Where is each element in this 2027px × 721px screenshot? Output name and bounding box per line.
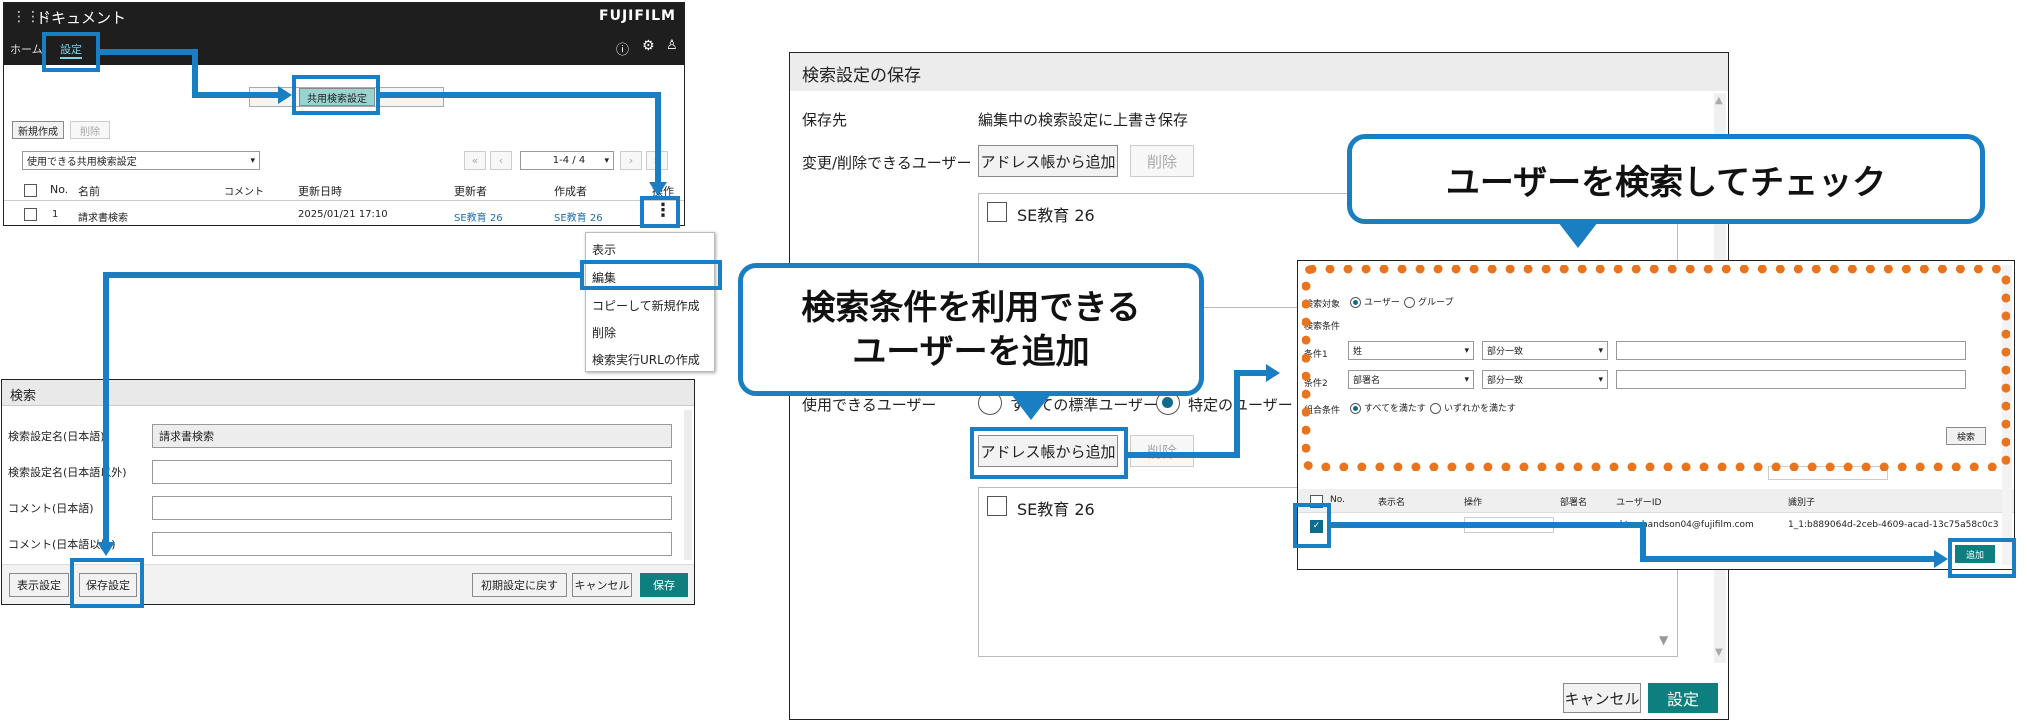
field-label-comment-ja: コメント(日本語) — [8, 502, 94, 515]
first-page-button[interactable]: « — [464, 151, 486, 170]
editor-checkbox[interactable] — [987, 202, 1007, 222]
arrow-head — [1266, 364, 1280, 382]
menu-item-copy-new[interactable]: コピーして新規作成 — [592, 297, 700, 314]
highlight-result-checkbox — [1293, 503, 1331, 548]
highlight-shared-search — [292, 75, 380, 115]
menu-item-view[interactable]: 表示 — [592, 241, 616, 258]
scrollbar[interactable] — [684, 410, 692, 560]
filter-select[interactable]: 使用できる共用検索設定 — [22, 151, 260, 170]
users-delete-button[interactable]: 削除 — [1130, 435, 1194, 467]
arrow-head — [278, 86, 292, 104]
editors-address-book-button[interactable]: アドレス帳から追加 — [978, 145, 1118, 177]
arrow-line — [1234, 370, 1268, 376]
editors-delete-button[interactable]: 削除 — [1130, 145, 1194, 177]
table-header: No. 名前 コメント 更新日時 更新者 作成者 操作 — [4, 179, 684, 201]
arrow-line — [192, 49, 198, 98]
arrow-line — [103, 272, 109, 542]
arrow-line — [378, 92, 661, 98]
new-button[interactable]: 新規作成 — [12, 121, 64, 139]
reset-button[interactable]: 初期設定に戻す — [472, 573, 567, 597]
radio-specific-label: 特定のユーザー — [1188, 396, 1293, 414]
highlight-add-button — [1948, 538, 2016, 578]
menu-item-delete[interactable]: 削除 — [592, 324, 616, 341]
menu-item-create-url[interactable]: 検索実行URLの作成 — [592, 351, 700, 368]
dialog-cancel-button[interactable]: キャンセル — [1563, 683, 1641, 713]
user-checkbox[interactable] — [987, 496, 1007, 516]
comment-other-input[interactable] — [152, 532, 672, 556]
user-icon[interactable]: ♙ — [666, 38, 678, 53]
arrow-line — [1126, 452, 1240, 458]
brand-logo: FUJIFILM — [599, 8, 676, 24]
list-scroll-down-icon[interactable]: ▼ — [1659, 633, 1668, 647]
gear-icon[interactable]: ⚙ — [642, 38, 655, 54]
conditions-highlight — [1302, 265, 2010, 471]
callout-pointer — [1011, 394, 1051, 420]
app-title: ドキュメント — [36, 9, 127, 27]
arrow-line — [1234, 370, 1240, 458]
arrow-head — [97, 542, 115, 556]
scroll-down-icon[interactable]: ▼ — [1715, 647, 1723, 658]
search-panel-title: 検索 — [10, 389, 37, 404]
callout-search-and-check: ユーザーを検索してチェック — [1347, 134, 1985, 224]
highlight-save-settings — [70, 558, 144, 608]
scroll-up-icon[interactable]: ▲ — [1715, 95, 1723, 106]
name-other-input[interactable] — [152, 460, 672, 484]
delete-button[interactable]: 削除 — [70, 121, 110, 139]
app-header: ⋮⋮⋮ ドキュメント FUJIFILM ホーム 設定 ⓘ ⚙ ♙ — [4, 3, 684, 65]
field-label-name-ja: 検索設定名(日本語) — [8, 430, 105, 443]
pager-select[interactable]: 1-4 / 4 — [520, 151, 614, 170]
dest-label: 保存先 — [802, 111, 848, 129]
arrow-line — [655, 92, 661, 182]
result-identifier: 1_1:b889064d-2ceb-4609-acad-13c75a58c0c3 — [1788, 520, 1999, 530]
row-checkbox[interactable] — [24, 208, 37, 221]
display-settings-button[interactable]: 表示設定 — [9, 573, 69, 597]
arrow-line — [192, 92, 278, 98]
highlight-settings-tab — [42, 32, 100, 72]
save-dialog-header: 検索設定の保存 — [790, 53, 1728, 91]
prev-page-button[interactable]: ‹ — [490, 151, 512, 170]
arrow-head — [649, 182, 667, 196]
result-header: No. 表示名 操作 部署名 ユーザーID 識別子 — [1298, 489, 2014, 513]
editors-label: 変更/削除できるユーザー — [802, 154, 972, 172]
callout-add-users: 検索条件を利用できる ユーザーを追加 — [738, 263, 1204, 396]
users-label: 使用できるユーザー — [802, 396, 937, 414]
highlight-edit-item — [580, 260, 722, 290]
cancel-button[interactable]: キャンセル — [572, 573, 632, 597]
name-ja-input[interactable]: 請求書検索 — [152, 424, 672, 448]
table-row[interactable]: 1 請求書検索 2025/01/21 17:10 SE教育 26 SE教育 26… — [4, 200, 684, 225]
editor-name: SE教育 26 — [1017, 206, 1095, 225]
help-icon[interactable]: ⓘ — [616, 39, 629, 58]
comment-ja-input[interactable] — [152, 496, 672, 520]
arrow-line — [98, 49, 196, 55]
nav-home[interactable]: ホーム — [10, 41, 43, 57]
callout-pointer — [1558, 222, 1598, 248]
highlight-row-menu — [640, 196, 680, 228]
next-page-button[interactable]: › — [620, 151, 642, 170]
highlight-address-book — [970, 427, 1128, 479]
arrow-line — [103, 272, 583, 278]
context-menu: 表示 編集 コピーして新規作成 削除 検索実行URLの作成 — [585, 232, 715, 372]
arrow-line — [1640, 556, 1934, 562]
user-name: SE教育 26 — [1017, 500, 1095, 519]
arrow-line — [1329, 522, 1646, 528]
select-all-checkbox[interactable] — [24, 184, 37, 197]
arrow-head — [1934, 550, 1948, 568]
save-button[interactable]: 保存 — [640, 573, 688, 597]
dest-value: 編集中の検索設定に上書き保存 — [978, 111, 1189, 129]
dialog-ok-button[interactable]: 設定 — [1648, 683, 1718, 713]
save-dialog-title: 検索設定の保存 — [802, 66, 921, 86]
